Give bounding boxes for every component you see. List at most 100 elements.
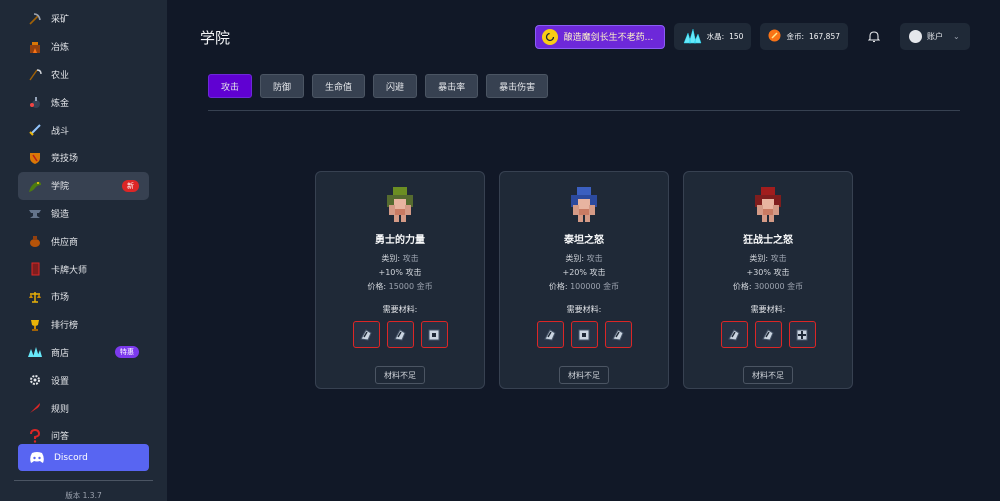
price-label: 价格: bbox=[367, 282, 387, 291]
price-value: 15000 金币 bbox=[388, 282, 433, 291]
insufficient-materials-button[interactable]: 材料不足 bbox=[375, 366, 425, 384]
material-slot[interactable] bbox=[570, 321, 598, 348]
tab-health[interactable]: 生命值 bbox=[312, 74, 366, 98]
card-category: 类别: 攻击 bbox=[565, 253, 602, 264]
rune-block-icon bbox=[428, 329, 440, 340]
quill-icon bbox=[26, 399, 44, 417]
gems-icon bbox=[26, 343, 44, 361]
sidebar-item-forge[interactable]: 锻造 bbox=[18, 200, 149, 228]
sidebar-item-vendor[interactable]: 供应商 bbox=[18, 227, 149, 255]
sidebar-item-rules[interactable]: 规则 bbox=[18, 394, 149, 422]
sidebar-nav: 采矿 冶炼 农业 炼金 战斗 竞技场 学院 新 锻造 供应商 卡牌大师 市场 排… bbox=[18, 5, 149, 450]
crystal-counter: 水晶: 150 bbox=[673, 23, 752, 50]
discord-icon bbox=[28, 449, 46, 467]
sidebar-item-label: 市场 bbox=[51, 293, 70, 304]
pickaxe-icon bbox=[26, 10, 44, 28]
sidebar-item-market[interactable]: 市场 bbox=[18, 283, 149, 311]
scythe-icon bbox=[26, 65, 44, 83]
tab-crit-damage[interactable]: 暴击伤害 bbox=[486, 74, 549, 98]
card-title: 狂战士之怒 bbox=[743, 235, 793, 246]
tab-crit-rate[interactable]: 暴击率 bbox=[425, 74, 479, 98]
insufficient-materials-button[interactable]: 材料不足 bbox=[743, 366, 793, 384]
account-menu[interactable]: 账户 ⌄ bbox=[900, 23, 970, 50]
material-slot[interactable] bbox=[604, 321, 632, 348]
sidebar-item-leaderboard[interactable]: 排行榜 bbox=[18, 311, 149, 339]
tab-attack[interactable]: 攻击 bbox=[208, 74, 253, 98]
tab-defense[interactable]: 防御 bbox=[260, 74, 305, 98]
sidebar-item-academy[interactable]: 学院 新 bbox=[18, 171, 149, 200]
gear-icon bbox=[26, 371, 44, 389]
discord-button[interactable]: Discord bbox=[18, 444, 149, 471]
furnace-icon bbox=[26, 38, 44, 56]
rune-stone-icon bbox=[360, 328, 372, 341]
insufficient-materials-button[interactable]: 材料不足 bbox=[559, 366, 609, 384]
discord-label: Discord bbox=[54, 452, 88, 463]
sidebar-item-label: 冶炼 bbox=[51, 43, 70, 54]
sidebar-item-combat[interactable]: 战斗 bbox=[18, 116, 149, 144]
materials-list bbox=[536, 321, 632, 348]
rune-stone-icon bbox=[394, 328, 406, 341]
berserker-sprite-icon bbox=[755, 187, 781, 222]
stat-tabs: 攻击 防御 生命值 闪避 暴击率 暴击伤害 bbox=[208, 74, 549, 98]
gold-counter: 金币: 167,857 bbox=[760, 23, 848, 50]
sword-icon bbox=[26, 121, 44, 139]
material-slot[interactable] bbox=[386, 321, 414, 348]
category-value: 攻击 bbox=[402, 254, 419, 263]
material-slot[interactable] bbox=[754, 321, 782, 348]
new-badge: 新 bbox=[122, 179, 139, 192]
price-label: 价格: bbox=[548, 282, 568, 291]
material-slot[interactable] bbox=[788, 321, 816, 348]
trophy-icon bbox=[26, 316, 44, 334]
account-label: 账户 bbox=[927, 32, 943, 41]
material-slot[interactable] bbox=[420, 321, 448, 348]
rune-stone-icon bbox=[544, 328, 556, 341]
price-value: 300000 金币 bbox=[754, 282, 804, 291]
rune-stone-icon bbox=[612, 328, 624, 341]
titan-sprite-icon bbox=[571, 187, 597, 222]
sidebar-item-label: 学院 bbox=[51, 182, 70, 193]
category-label: 类别: bbox=[749, 254, 769, 263]
material-slot[interactable] bbox=[536, 321, 564, 348]
card-effect: +10% 攻击 bbox=[378, 268, 422, 277]
crystal-label: 水晶: bbox=[706, 32, 725, 41]
category-label: 类别: bbox=[565, 254, 585, 263]
upgrade-card: 狂战士之怒 类别: 攻击 +30% 攻击 价格: 300000 金币 需要材料:… bbox=[683, 171, 853, 389]
sidebar-item-label: 战斗 bbox=[51, 126, 70, 137]
price-value: 100000 金币 bbox=[570, 282, 620, 291]
quest-button[interactable]: 酿造魔剑长生不老药... bbox=[534, 24, 665, 49]
category-value: 攻击 bbox=[586, 254, 603, 263]
sidebar-item-alchemy[interactable]: 炼金 bbox=[18, 88, 149, 116]
avatar bbox=[909, 30, 922, 43]
dragon-icon bbox=[26, 177, 44, 195]
material-slot[interactable] bbox=[352, 321, 380, 348]
sidebar-item-cardmaster[interactable]: 卡牌大师 bbox=[18, 255, 149, 283]
sidebar-item-label: 排行榜 bbox=[51, 321, 79, 332]
sidebar-item-label: 问答 bbox=[51, 432, 70, 443]
materials-list bbox=[352, 321, 448, 348]
sidebar-item-smelting[interactable]: 冶炼 bbox=[18, 33, 149, 61]
card-effect: +20% 攻击 bbox=[562, 268, 606, 277]
notification-bell-icon[interactable] bbox=[863, 26, 885, 48]
sidebar-item-label: 商店 bbox=[51, 348, 70, 359]
category-label: 类别: bbox=[381, 254, 401, 263]
sidebar-item-settings[interactable]: 设置 bbox=[18, 366, 149, 394]
materials-title: 需要材料: bbox=[566, 305, 602, 314]
sidebar-item-arena[interactable]: 竞技场 bbox=[18, 144, 149, 172]
card-price: 价格: 15000 金币 bbox=[367, 281, 432, 292]
potion-icon bbox=[26, 93, 44, 111]
materials-list bbox=[720, 321, 816, 348]
rune-block-icon bbox=[578, 329, 590, 340]
sidebar: 采矿 冶炼 农业 炼金 战斗 竞技场 学院 新 锻造 供应商 卡牌大师 市场 排… bbox=[0, 0, 167, 501]
sidebar-item-label: 卡牌大师 bbox=[51, 265, 88, 276]
sidebar-item-farming[interactable]: 农业 bbox=[18, 61, 149, 89]
sidebar-item-shop[interactable]: 商店 特惠 bbox=[18, 339, 149, 367]
sidebar-item-label: 农业 bbox=[51, 70, 70, 81]
material-slot[interactable] bbox=[720, 321, 748, 348]
sidebar-item-mining[interactable]: 采矿 bbox=[18, 5, 149, 33]
card-price: 价格: 300000 金币 bbox=[733, 281, 803, 292]
crystal-value: 150 bbox=[729, 32, 744, 41]
anvil-icon bbox=[26, 204, 44, 222]
card-title: 泰坦之怒 bbox=[564, 235, 604, 246]
tab-dodge[interactable]: 闪避 bbox=[373, 74, 418, 98]
sidebar-item-label: 供应商 bbox=[51, 237, 79, 248]
